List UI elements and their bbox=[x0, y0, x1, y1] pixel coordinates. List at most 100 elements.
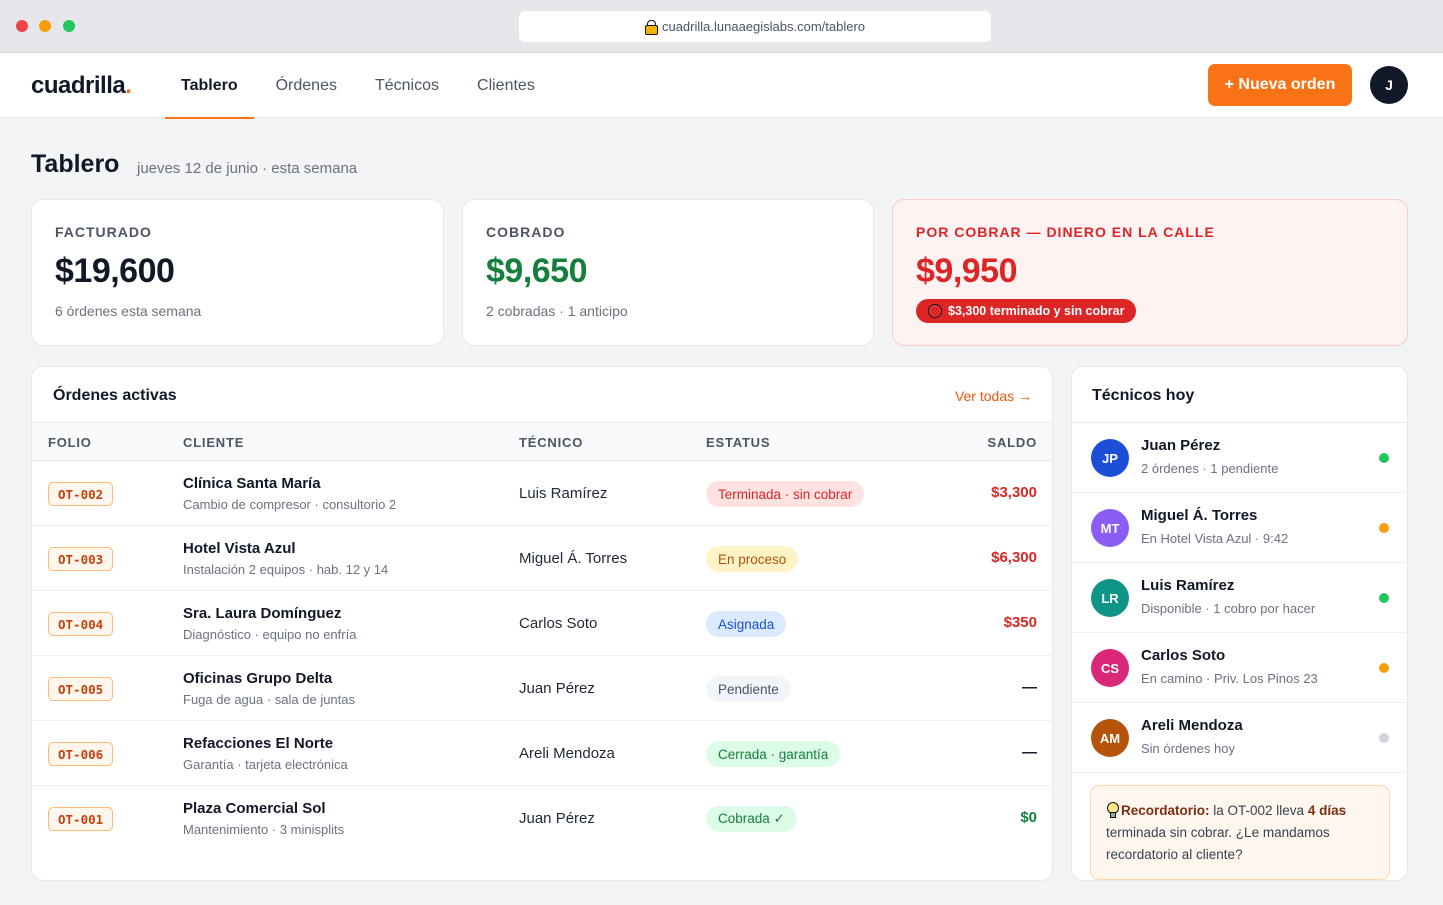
status-dot-icon bbox=[1379, 523, 1389, 533]
red-circle-icon bbox=[928, 304, 942, 318]
table-row[interactable]: OT-001 Plaza Comercial Sol Mantenimiento… bbox=[32, 786, 1052, 851]
reminder-text: la OT-002 lleva bbox=[1209, 803, 1308, 818]
address-bar[interactable]: cuadrilla.lunaaegislabs.com/tablero bbox=[519, 11, 991, 42]
avatar: MT bbox=[1091, 509, 1129, 547]
technicians-list: JP Juan Pérez 2 órdenes · 1 pendiente MT… bbox=[1072, 422, 1407, 773]
kpi-value: $19,600 bbox=[55, 252, 175, 290]
status-badge: En proceso bbox=[706, 546, 799, 572]
folio-badge[interactable]: OT-005 bbox=[48, 677, 114, 701]
order-description: Fuga de agua · sala de juntas bbox=[183, 692, 356, 707]
table-row[interactable]: OT-002 Clínica Santa María Cambio de com… bbox=[32, 461, 1052, 526]
list-item[interactable]: LR Luis Ramírez Disponible · 1 cobro por… bbox=[1072, 563, 1407, 633]
status-dot-icon bbox=[1379, 593, 1389, 603]
lock-icon bbox=[644, 20, 658, 35]
list-item[interactable]: JP Juan Pérez 2 órdenes · 1 pendiente bbox=[1072, 423, 1407, 493]
tech-name: Luis Ramírez bbox=[1141, 577, 1235, 594]
list-item[interactable]: CS Carlos Soto En camino · Priv. Los Pin… bbox=[1072, 633, 1407, 703]
kpi-cobrado: COBRADO $9,650 2 cobradas · 1 anticipo bbox=[462, 199, 874, 346]
order-description: Garantía · tarjeta electrónica bbox=[183, 757, 348, 772]
order-description: Instalación 2 equipos · hab. 12 y 14 bbox=[183, 562, 389, 577]
page-title: Tablero bbox=[31, 150, 120, 178]
technicians-title: Técnicos hoy bbox=[1092, 387, 1195, 404]
col-estatus: ESTATUS bbox=[706, 435, 771, 450]
logo[interactable]: cuadrilla. bbox=[31, 72, 132, 100]
assigned-tech: Carlos Soto bbox=[519, 615, 598, 632]
table-row[interactable]: OT-003 Hotel Vista Azul Instalación 2 eq… bbox=[32, 526, 1052, 591]
col-saldo: SALDO bbox=[987, 435, 1037, 450]
status-badge: Terminada · sin cobrar bbox=[706, 481, 865, 507]
nav-clientes[interactable]: Clientes bbox=[461, 53, 551, 118]
table-row[interactable]: OT-005 Oficinas Grupo Delta Fuga de agua… bbox=[32, 656, 1052, 721]
col-tecnico: TÉCNICO bbox=[519, 435, 584, 450]
list-item[interactable]: MT Miguel Á. Torres En Hotel Vista Azul … bbox=[1072, 493, 1407, 563]
balance-amount: — bbox=[1022, 679, 1037, 696]
nav-ordenes[interactable]: Órdenes bbox=[260, 53, 353, 118]
tech-status: Sin órdenes hoy bbox=[1141, 741, 1235, 756]
page-subtitle: jueves 12 de junio · esta semana bbox=[137, 160, 358, 177]
logo-text: cuadrilla bbox=[31, 72, 126, 99]
assigned-tech: Areli Mendoza bbox=[519, 745, 615, 762]
table-header: FOLIO CLIENTE TÉCNICO ESTATUS SALDO bbox=[32, 422, 1052, 461]
table-row[interactable]: OT-004 Sra. Laura Domínguez Diagnóstico … bbox=[32, 591, 1052, 656]
tech-name: Miguel Á. Torres bbox=[1141, 507, 1258, 524]
see-all-link[interactable]: Ver todas → bbox=[955, 388, 1032, 404]
assigned-tech: Miguel Á. Torres bbox=[519, 550, 628, 567]
folio-badge[interactable]: OT-002 bbox=[48, 482, 114, 506]
status-dot-icon bbox=[1379, 663, 1389, 673]
order-description: Mantenimiento · 3 minisplits bbox=[183, 822, 345, 837]
assigned-tech: Juan Pérez bbox=[519, 810, 595, 827]
maximize-window-button[interactable] bbox=[63, 20, 75, 32]
assigned-tech: Luis Ramírez bbox=[519, 485, 608, 502]
nav-tablero[interactable]: Tablero bbox=[165, 53, 254, 119]
alert-text: $3,300 terminado y sin cobrar bbox=[948, 304, 1125, 318]
kpi-value: $9,650 bbox=[486, 252, 588, 290]
client-name: Oficinas Grupo Delta bbox=[183, 670, 333, 687]
reminder-highlight: 4 días bbox=[1307, 803, 1347, 818]
status-badge: Asignada bbox=[706, 611, 787, 637]
reminder-text-end: terminada sin cobrar. ¿Le mandamos recor… bbox=[1106, 825, 1330, 862]
kpi-por-cobrar: POR COBRAR — DINERO EN LA CALLE $9,950 $… bbox=[892, 199, 1408, 346]
avatar: JP bbox=[1091, 439, 1129, 477]
tech-name: Carlos Soto bbox=[1141, 647, 1226, 664]
kpi-label: COBRADO bbox=[486, 224, 566, 240]
orders-title: Órdenes activas bbox=[53, 387, 177, 404]
tech-status: En Hotel Vista Azul · 9:42 bbox=[1141, 531, 1289, 546]
kpi-note: 6 órdenes esta semana bbox=[55, 303, 202, 319]
minimize-window-button[interactable] bbox=[39, 20, 51, 32]
kpi-value: $9,950 bbox=[916, 252, 1018, 290]
folio-badge[interactable]: OT-003 bbox=[48, 547, 114, 571]
reminder-callout[interactable]: Recordatorio: la OT-002 lleva 4 días ter… bbox=[1090, 785, 1390, 880]
folio-badge[interactable]: OT-006 bbox=[48, 742, 114, 766]
tech-status: Disponible · 1 cobro por hacer bbox=[1141, 601, 1316, 616]
col-folio: FOLIO bbox=[48, 435, 92, 450]
kpi-label: FACTURADO bbox=[55, 224, 152, 240]
tech-name: Juan Pérez bbox=[1141, 437, 1221, 454]
close-window-button[interactable] bbox=[16, 20, 28, 32]
client-name: Hotel Vista Azul bbox=[183, 540, 296, 557]
kpi-label: POR COBRAR — DINERO EN LA CALLE bbox=[916, 224, 1215, 240]
table-row[interactable]: OT-006 Refacciones El Norte Garantía · t… bbox=[32, 721, 1052, 786]
technicians-panel: Técnicos hoy JP Juan Pérez 2 órdenes · 1… bbox=[1071, 366, 1408, 881]
folio-badge[interactable]: OT-001 bbox=[48, 807, 114, 831]
client-name: Plaza Comercial Sol bbox=[183, 800, 326, 817]
status-badge: Cobrada ✓ bbox=[706, 806, 797, 832]
new-order-button[interactable]: + Nueva orden bbox=[1208, 64, 1352, 106]
status-dot-icon bbox=[1379, 453, 1389, 463]
avatar: AM bbox=[1091, 719, 1129, 757]
tech-name: Areli Mendoza bbox=[1141, 717, 1243, 734]
user-avatar[interactable]: J bbox=[1370, 66, 1408, 104]
balance-amount: $6,300 bbox=[991, 549, 1037, 566]
folio-badge[interactable]: OT-004 bbox=[48, 612, 114, 636]
balance-amount: $0 bbox=[1020, 809, 1037, 826]
nav-tecnicos[interactable]: Técnicos bbox=[359, 53, 455, 118]
list-item[interactable]: AM Areli Mendoza Sin órdenes hoy bbox=[1072, 703, 1407, 773]
main-nav: Tablero Órdenes Técnicos Clientes bbox=[165, 53, 557, 119]
assigned-tech: Juan Pérez bbox=[519, 680, 595, 697]
order-description: Diagnóstico · equipo no enfría bbox=[183, 627, 357, 642]
unpaid-alert-badge[interactable]: $3,300 terminado y sin cobrar bbox=[916, 299, 1137, 323]
orders-table-body: OT-002 Clínica Santa María Cambio de com… bbox=[32, 461, 1052, 851]
status-badge: Pendiente bbox=[706, 676, 791, 702]
active-orders-panel: Órdenes activas Ver todas → FOLIO CLIENT… bbox=[31, 366, 1053, 881]
tech-status: 2 órdenes · 1 pendiente bbox=[1141, 461, 1279, 476]
order-description: Cambio de compresor · consultorio 2 bbox=[183, 497, 397, 512]
